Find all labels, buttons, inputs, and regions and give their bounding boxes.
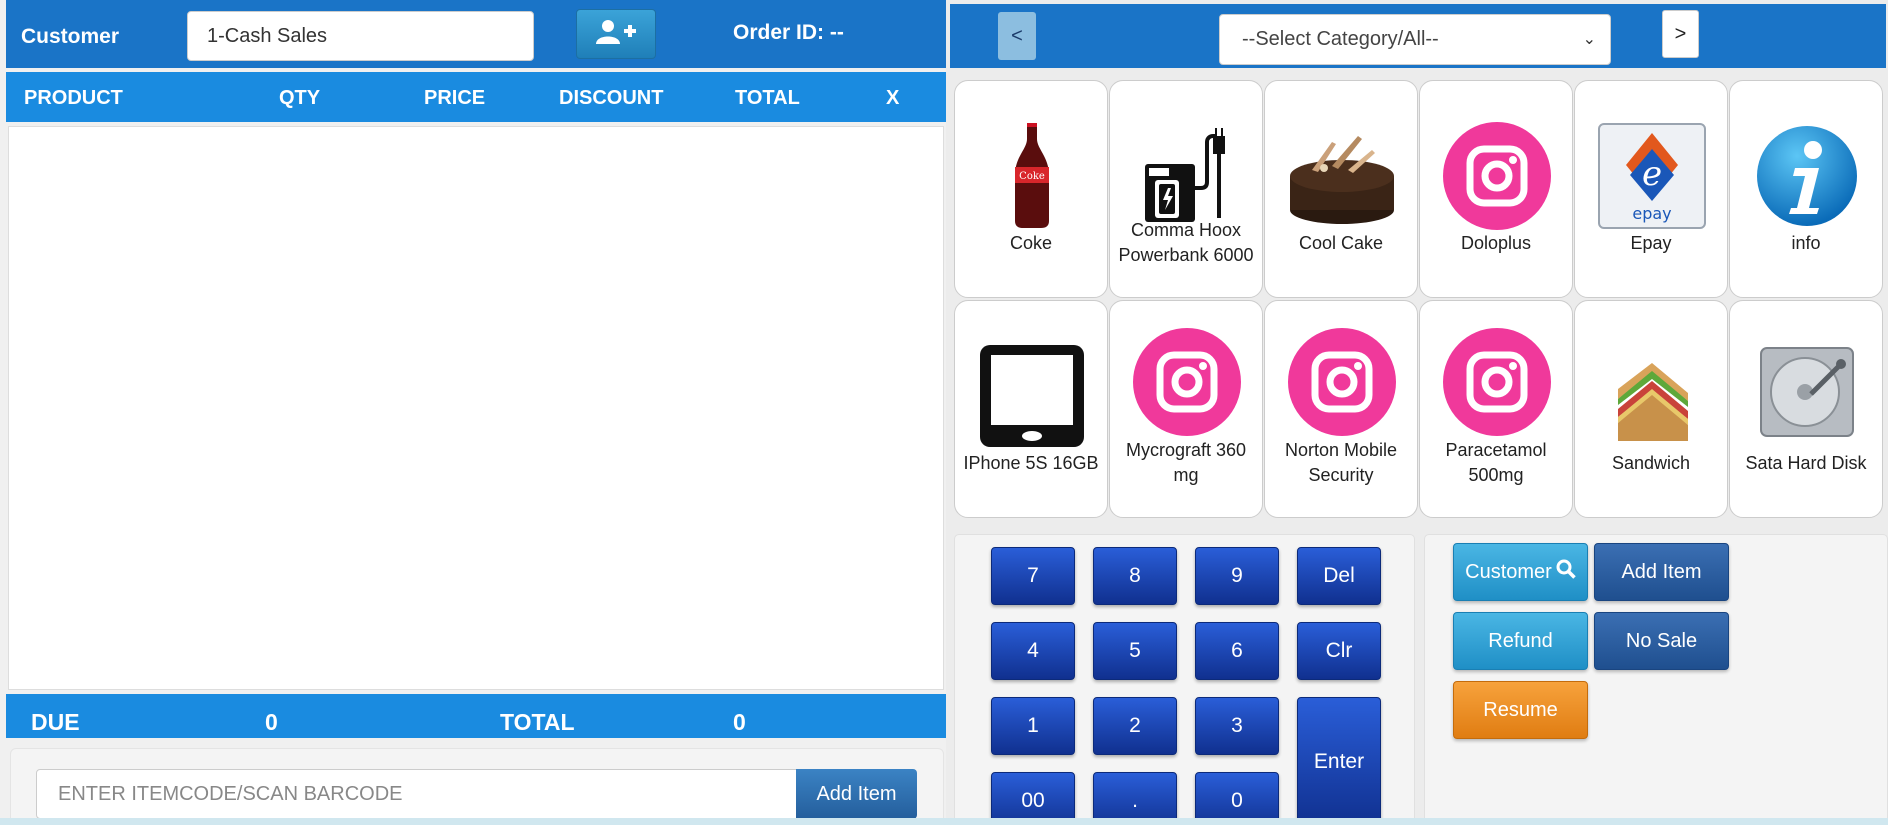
add-customer-button[interactable] [576,9,656,59]
barcode-entry: ENTER ITEMCODE/SCAN BARCODE Add Item [10,748,944,825]
key-9[interactable]: 9 [1195,547,1279,605]
chevron-down-icon: ⌄ [1582,31,1596,48]
product-tile-iphone[interactable]: IPhone 5S 16GB [954,300,1108,518]
customer-label: Customer [21,25,120,48]
cart-table-header: PRODUCT QTY PRICE DISCOUNT TOTAL X [6,72,946,122]
key-8[interactable]: 8 [1093,547,1177,605]
customer-bar: Customer 1-Cash Sales Order ID: -- [6,0,946,68]
action-buttons: Customer Add Item Refund No Sale Resume [1424,534,1888,825]
key-1[interactable]: 1 [991,697,1075,755]
product-tile-mycrograft[interactable]: Mycrograft 360 mg [1109,300,1263,518]
col-total: TOTAL [735,87,800,109]
user-plus-icon [594,19,638,50]
product-name: Epay [1630,233,1672,253]
key-6[interactable]: 6 [1195,622,1279,680]
product-name: Sandwich [1611,453,1691,473]
next-page-button[interactable]: > [1662,10,1699,58]
product-name: Doloplus [1460,233,1532,253]
col-product: PRODUCT [24,87,123,109]
order-panel: Customer 1-Cash Sales Order ID: -- PRODU… [0,0,946,825]
product-tile-cool-cake[interactable]: Cool Cake [1264,80,1418,298]
instagram-icon [1132,328,1242,436]
product-tile-powerbank[interactable]: Comma Hoox Powerbank 6000 [1109,80,1263,298]
add-item-button[interactable]: Add Item [1594,543,1729,601]
category-select[interactable]: --Select Category/All-- ⌄ [1219,14,1611,65]
product-name: Coke [1009,233,1053,253]
phone-icon [977,343,1087,449]
col-discount: DISCOUNT [559,87,664,109]
svg-text:e: e [1642,154,1662,194]
col-remove: X [886,87,900,109]
category-select-value: --Select Category/All-- [1242,28,1439,50]
hard-disk-icon [1752,339,1862,445]
search-icon [1556,559,1576,585]
no-sale-button[interactable]: No Sale [1594,612,1729,670]
cart-table-body [8,126,944,690]
product-name: Sata Hard Disk [1745,453,1867,473]
epay-logo-icon: e epay [1597,123,1707,229]
product-grid: Coke Coke Comma Hoox Powerbank 6000 Cool… [954,78,1886,518]
product-tile-info[interactable]: info [1729,80,1883,298]
col-price: PRICE [424,87,486,109]
product-tile-paracetamol[interactable]: Paracetamol 500mg [1419,300,1573,518]
resume-button[interactable]: Resume [1453,681,1588,739]
key-4[interactable]: 4 [991,622,1075,680]
col-qty: QTY [279,87,321,109]
due-value: 0 [265,709,278,735]
barcode-add-item-button[interactable]: Add Item [796,769,917,819]
total-value: 0 [733,709,746,735]
product-name: IPhone 5S 16GB [963,453,1099,473]
numpad: 7 8 9 Del 4 5 6 Clr 1 2 3 Enter 00 . 0 [954,534,1415,825]
powerbank-icon [1132,123,1242,229]
cake-icon [1287,123,1397,229]
customer-input[interactable]: 1-Cash Sales [187,11,534,61]
product-tile-sata-hard-disk[interactable]: Sata Hard Disk [1729,300,1883,518]
product-name: Paracetamol 500mg [1445,440,1547,485]
product-name: Mycrograft 360 mg [1125,440,1247,485]
key-del[interactable]: Del [1297,547,1381,605]
barcode-input[interactable]: ENTER ITEMCODE/SCAN BARCODE [36,769,797,819]
info-icon [1752,123,1862,229]
catalog-panel: < --Select Category/All-- ⌄ > Coke Coke [946,0,1888,825]
key-7[interactable]: 7 [991,547,1075,605]
customer-search-button[interactable]: Customer [1453,543,1588,601]
product-name: Norton Mobile Security [1284,440,1398,485]
total-label: TOTAL [500,709,575,735]
category-bar: < --Select Category/All-- ⌄ > [950,4,1886,68]
key-3[interactable]: 3 [1195,697,1279,755]
bottom-strip [0,818,1888,825]
refund-button[interactable]: Refund [1453,612,1588,670]
customer-button-label: Customer [1465,560,1552,583]
product-name: Comma Hoox Powerbank 6000 [1118,220,1254,265]
product-tile-sandwich[interactable]: Sandwich [1574,300,1728,518]
key-5[interactable]: 5 [1093,622,1177,680]
due-label: DUE [31,709,80,735]
sandwich-icon [1597,351,1707,457]
key-enter[interactable]: Enter [1297,697,1381,825]
instagram-icon [1287,328,1397,436]
product-tile-epay[interactable]: e epay Epay [1574,80,1728,298]
key-clr[interactable]: Clr [1297,622,1381,680]
order-id: Order ID: -- [733,21,844,44]
key-2[interactable]: 2 [1093,697,1177,755]
instagram-icon [1442,328,1552,436]
prev-page-button[interactable]: < [998,12,1036,60]
svg-text:Coke: Coke [1019,171,1045,182]
coke-bottle-icon: Coke [977,123,1087,229]
product-name: Cool Cake [1298,233,1384,253]
product-tile-coke[interactable]: Coke Coke [954,80,1108,298]
totals-bar: DUE 0 TOTAL 0 [6,694,946,738]
epay-logo-text: epay [1632,204,1671,223]
product-tile-doloplus[interactable]: Doloplus [1419,80,1573,298]
product-tile-norton[interactable]: Norton Mobile Security [1264,300,1418,518]
product-name: info [1791,233,1821,253]
instagram-icon [1442,122,1552,230]
